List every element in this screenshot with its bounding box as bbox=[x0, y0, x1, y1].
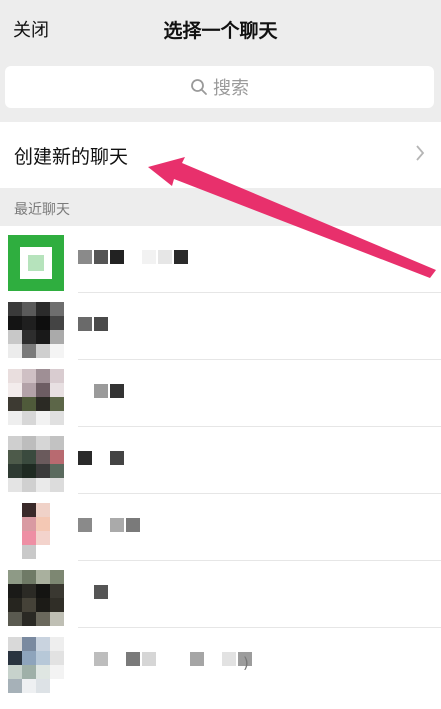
avatar bbox=[8, 570, 64, 626]
list-item[interactable] bbox=[0, 494, 441, 561]
blurred-chat-name bbox=[78, 518, 140, 532]
avatar bbox=[8, 436, 64, 492]
avatar bbox=[8, 235, 64, 291]
page-title: 选择一个聊天 bbox=[163, 20, 278, 42]
blurred-chat-name bbox=[78, 317, 108, 331]
search-placeholder: 搜索 bbox=[213, 78, 249, 99]
chevron-right-icon bbox=[416, 145, 425, 161]
blurred-chat-name bbox=[78, 451, 124, 465]
search-input[interactable]: 搜索 bbox=[5, 66, 434, 108]
recent-chat-list bbox=[0, 226, 441, 695]
create-new-chat-label: 创建新的聊天 bbox=[14, 146, 129, 168]
list-item[interactable] bbox=[0, 360, 441, 427]
search-icon bbox=[191, 79, 207, 95]
recent-chats-label: 最近聊天 bbox=[14, 202, 70, 218]
recent-chats-header: 最近聊天 bbox=[0, 188, 441, 226]
avatar bbox=[8, 369, 64, 425]
blurred-chat-name bbox=[78, 250, 188, 264]
avatar bbox=[8, 637, 64, 693]
list-item[interactable] bbox=[0, 226, 441, 293]
list-item[interactable] bbox=[0, 293, 441, 360]
search-bar-container: 搜索 bbox=[0, 58, 441, 122]
blurred-chat-name bbox=[78, 585, 108, 599]
blurred-chat-name bbox=[78, 384, 124, 398]
create-new-chat-row[interactable]: 创建新的聊天 bbox=[0, 122, 441, 188]
trailing-paren: ) bbox=[243, 654, 249, 672]
list-item[interactable] bbox=[0, 561, 441, 628]
avatar bbox=[8, 302, 64, 358]
avatar bbox=[8, 503, 64, 559]
blurred-chat-name bbox=[78, 652, 252, 666]
list-item[interactable] bbox=[0, 427, 441, 494]
navigation-bar: 关闭 选择一个聊天 bbox=[0, 0, 441, 58]
list-item[interactable] bbox=[0, 628, 441, 695]
